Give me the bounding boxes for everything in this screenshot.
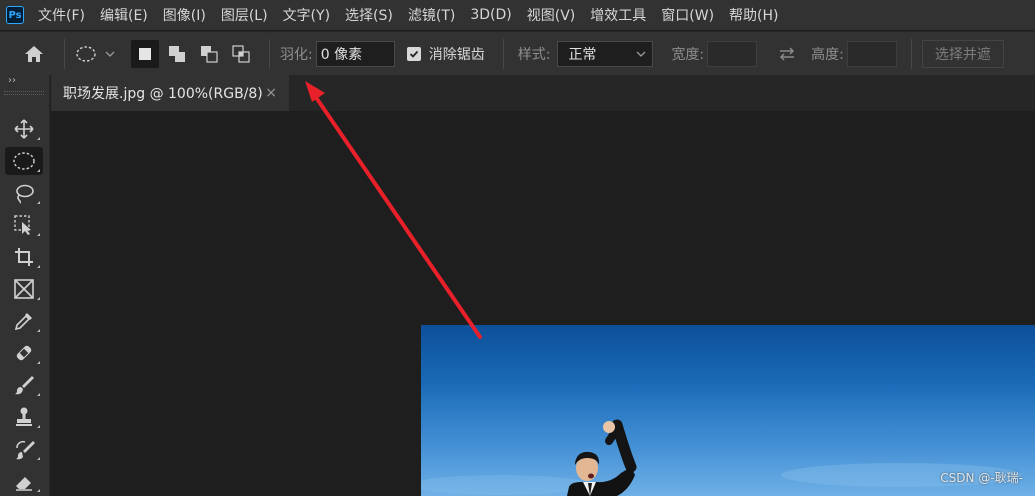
menu-filter[interactable]: 滤镜(T) [408, 5, 455, 25]
subtract-selection-icon [201, 45, 218, 63]
brush-icon [15, 376, 34, 395]
height-input[interactable] [846, 40, 897, 67]
checkmark-icon [409, 50, 418, 58]
frame-tool[interactable] [5, 275, 43, 303]
tools-panel: ›› [0, 75, 50, 496]
lasso-icon [16, 184, 34, 204]
feather-input[interactable]: 0 像素 [315, 40, 395, 67]
clone-stamp-tool[interactable] [5, 403, 43, 431]
crop-tool[interactable] [5, 243, 43, 271]
new-selection-icon [139, 47, 151, 60]
canvas-area[interactable]: CSDN @-耿瑞- [51, 111, 1035, 496]
width-label: 宽度: [671, 46, 705, 63]
watermark: CSDN @-耿瑞- [940, 471, 1023, 485]
menu-plugins[interactable]: 增效工具 [590, 5, 646, 25]
intersect-selection-button[interactable] [227, 40, 255, 68]
brush-tool[interactable] [5, 371, 43, 399]
home-icon [25, 45, 43, 62]
document-tab[interactable]: 职场发展.jpg @ 100%(RGB/8) × [51, 75, 289, 111]
collapse-panel-icon[interactable]: ›› [8, 75, 38, 89]
menu-select[interactable]: 选择(S) [345, 5, 393, 25]
menu-bar: Ps 文件(F) 编辑(E) 图像(I) 图层(L) 文字(Y) 选择(S) 滤… [0, 0, 1035, 30]
panel-grip[interactable] [4, 91, 44, 95]
menu-3d[interactable]: 3D(D) [470, 7, 511, 23]
new-selection-button[interactable] [131, 39, 159, 68]
bandage-icon [16, 345, 32, 361]
style-label: 样式: [517, 46, 551, 63]
history-brush-tool[interactable] [5, 435, 43, 463]
menu-file[interactable]: 文件(F) [38, 5, 85, 25]
swap-width-height-icon[interactable] [777, 46, 797, 62]
elliptical-marquee-icon [13, 152, 35, 170]
separator [910, 38, 912, 69]
eyedropper-icon [14, 313, 32, 331]
close-icon[interactable]: × [265, 85, 277, 101]
elliptical-marquee-tool[interactable] [5, 147, 43, 175]
move-icon [14, 119, 34, 139]
add-to-selection-button[interactable] [163, 40, 191, 68]
select-and-mask-button[interactable]: 选择并遮 [921, 39, 1004, 68]
history-brush-icon [16, 440, 35, 460]
home-button[interactable] [14, 32, 54, 76]
feather-label: 羽化: [280, 46, 313, 63]
menu-help[interactable]: 帮助(H) [729, 5, 778, 25]
subtract-from-selection-button[interactable] [195, 40, 223, 68]
style-select-value: 正常 [568, 46, 597, 63]
crop-icon [15, 248, 33, 266]
chevron-down-icon [105, 51, 115, 57]
eraser-icon [16, 477, 32, 491]
document-tab-title: 职场发展.jpg @ 100%(RGB/8) [63, 86, 263, 102]
separator [269, 38, 270, 69]
move-tool[interactable] [5, 115, 43, 143]
spot-healing-brush-tool[interactable] [5, 339, 43, 367]
menu-edit[interactable]: 编辑(E) [100, 5, 148, 25]
menu-window[interactable]: 窗口(W) [661, 5, 714, 25]
menu-image[interactable]: 图像(I) [163, 5, 206, 25]
frame-icon [14, 279, 34, 299]
menu-layer[interactable]: 图层(L) [221, 5, 268, 25]
style-select[interactable]: 正常 [557, 40, 654, 67]
add-selection-icon [169, 45, 185, 62]
photoshop-logo[interactable]: Ps [6, 6, 24, 24]
antialias-label: 消除锯齿 [428, 46, 485, 63]
eyedropper-tool[interactable] [5, 307, 43, 335]
options-bar: 羽化: 0 像素 消除锯齿 样式: 正常 宽度: 高度: 选择并遮 [0, 31, 1035, 75]
document-tab-bar: 职场发展.jpg @ 100%(RGB/8) × [51, 75, 1035, 111]
intersect-selection-icon [232, 44, 250, 63]
tool-preset-picker[interactable] [75, 45, 131, 63]
width-input[interactable] [707, 40, 758, 67]
separator [64, 38, 65, 69]
eraser-tool[interactable] [5, 467, 43, 495]
separator [502, 38, 504, 69]
object-selection-tool[interactable] [5, 211, 43, 239]
lasso-tool[interactable] [5, 179, 43, 207]
chevron-down-icon [636, 51, 646, 57]
height-label: 高度: [811, 46, 844, 63]
object-selection-icon [14, 215, 31, 235]
antialias-checkbox[interactable] [406, 46, 421, 61]
elliptical-marquee-icon [76, 45, 96, 62]
menu-type[interactable]: 文字(Y) [283, 5, 330, 25]
stamp-icon [16, 407, 32, 426]
menu-view[interactable]: 视图(V) [527, 5, 576, 25]
